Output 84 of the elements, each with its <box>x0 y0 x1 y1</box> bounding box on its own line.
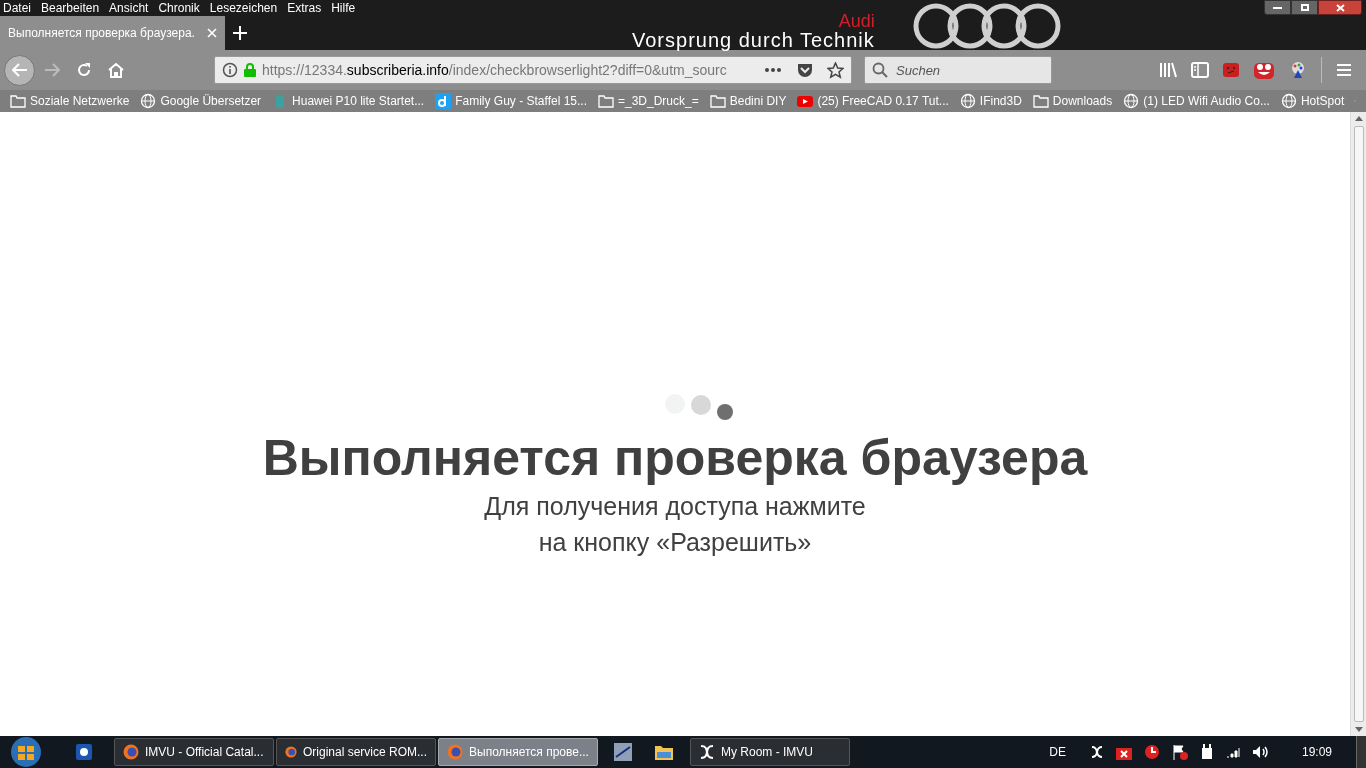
scrollbar[interactable] <box>1350 112 1366 736</box>
bookmark-link[interactable]: IFind3D <box>979 92 1022 110</box>
brand-text: Audi <box>838 12 875 30</box>
library-icon[interactable] <box>1159 62 1177 78</box>
signal-icon[interactable] <box>1225 746 1240 758</box>
folder-icon[interactable] <box>654 743 674 761</box>
loading-spinner <box>665 392 735 422</box>
tray-knot-icon[interactable] <box>1089 745 1104 759</box>
firefox-icon <box>447 744 463 760</box>
instruction-text: Для получения доступа нажмите <box>484 491 866 522</box>
bookmark-link[interactable]: Family Guy - Staffel 15... <box>455 92 587 110</box>
url-text: https://12334.subscriberia.info/index/checkbrowserlight2?diff=0&utm_sourc <box>262 60 728 80</box>
folder-icon <box>709 93 726 109</box>
volume-icon[interactable] <box>1251 745 1268 759</box>
language-indicator[interactable]: DE <box>1049 743 1066 761</box>
instruction-text: на кнопку «Разрешить» <box>538 527 812 558</box>
close-tab-icon[interactable] <box>207 28 217 38</box>
address-bar[interactable]: https://12334.subscriberia.info/index/checkbrowserlight2?diff=0&utm_sourc <box>214 56 852 84</box>
more-icon[interactable] <box>765 68 781 72</box>
slogan-text: Vorsprung durch Technik <box>632 30 875 50</box>
bookmark-link[interactable]: =_3D_Druck_= <box>618 92 699 110</box>
bookmark-link[interactable]: (1) LED Wifi Audio Co... <box>1143 92 1270 110</box>
pocket-icon[interactable] <box>797 62 813 78</box>
minimize-button[interactable] <box>1264 0 1291 15</box>
tray-power-icon[interactable] <box>1199 744 1214 760</box>
smiley-icon[interactable] <box>1253 60 1275 80</box>
palette-icon[interactable] <box>1289 61 1307 79</box>
new-tab-icon[interactable] <box>233 26 247 40</box>
firefox-icon <box>123 744 139 760</box>
play-icon <box>797 93 814 109</box>
folder-icon <box>598 93 614 109</box>
globe-icon <box>1123 93 1140 109</box>
bookmark-link[interactable]: Huawei P10 lite Startet... <box>292 92 425 110</box>
close-button[interactable] <box>1318 0 1362 15</box>
face-icon[interactable] <box>1223 62 1239 78</box>
search-field[interactable]: Suchen <box>864 56 1052 84</box>
pinned-app-icon[interactable] <box>614 743 632 761</box>
app-icon[interactable] <box>76 744 92 760</box>
folder-icon <box>1032 93 1049 109</box>
globe-icon <box>959 93 976 109</box>
back-button[interactable] <box>4 54 35 86</box>
scroll-thumb[interactable] <box>1353 126 1364 722</box>
page-heading: Выполняется проверка браузера <box>262 429 1088 488</box>
scroll-down-icon[interactable] <box>1354 727 1363 732</box>
tray-clock-icon[interactable] <box>1143 744 1160 760</box>
menu-item[interactable]: Chronik <box>158 0 200 17</box>
taskbar-button[interactable]: IMVU - Official Catal... <box>114 738 274 766</box>
taskbar-button[interactable]: My Room - IMVU <box>690 738 850 766</box>
menu-icon[interactable] <box>1336 63 1352 77</box>
letter-d-icon <box>435 93 452 109</box>
menu-item[interactable]: Extras <box>287 0 322 17</box>
back-arrow-icon <box>11 63 28 77</box>
globe-icon <box>140 93 157 109</box>
forward-arrow-icon <box>44 63 60 77</box>
bookmark-link[interactable]: (25) FreeCAD 0.17 Tut... <box>817 92 949 110</box>
folder-icon <box>10 93 26 109</box>
globe-icon <box>1280 93 1297 109</box>
firefox-icon <box>285 744 297 760</box>
reload-icon <box>76 62 92 78</box>
scroll-up-icon[interactable] <box>1354 116 1363 121</box>
menu-item[interactable]: Lesezeichen <box>209 0 278 17</box>
close-icon <box>1335 3 1345 12</box>
clock[interactable]: 19:09 <box>1301 743 1332 761</box>
menu-item[interactable]: Hilfe <box>331 0 356 17</box>
menu-item[interactable]: Datei <box>3 0 31 17</box>
taskbar-button[interactable]: Original service ROM... <box>276 738 436 766</box>
knot-icon <box>699 744 715 760</box>
tab-title: Выполняется проверка браузера. <box>8 25 196 42</box>
bookmark-link[interactable]: Soziale Netzwerke <box>30 92 130 110</box>
maximize-button[interactable] <box>1291 0 1318 15</box>
bookmark-star-icon[interactable] <box>827 61 844 79</box>
menu-item[interactable]: Ansicht <box>109 0 149 17</box>
info-icon <box>222 62 238 78</box>
bookmark-link[interactable]: Google Übersetzer <box>160 92 262 110</box>
taskbar-button[interactable]: Выполняется прове... <box>438 738 598 766</box>
sidebar-icon[interactable] <box>1191 62 1209 78</box>
search-icon <box>872 62 888 78</box>
tray-flag-icon[interactable] <box>1171 744 1188 760</box>
bookmark-link[interactable]: Bedini DIY <box>729 92 787 110</box>
bookmark-link[interactable]: Downloads <box>1052 92 1113 110</box>
bookmark-link[interactable]: HotSpot <box>1300 92 1345 110</box>
menu-item[interactable]: Bearbeiten <box>41 0 100 17</box>
home-icon <box>108 62 124 78</box>
lock-icon <box>244 63 256 77</box>
